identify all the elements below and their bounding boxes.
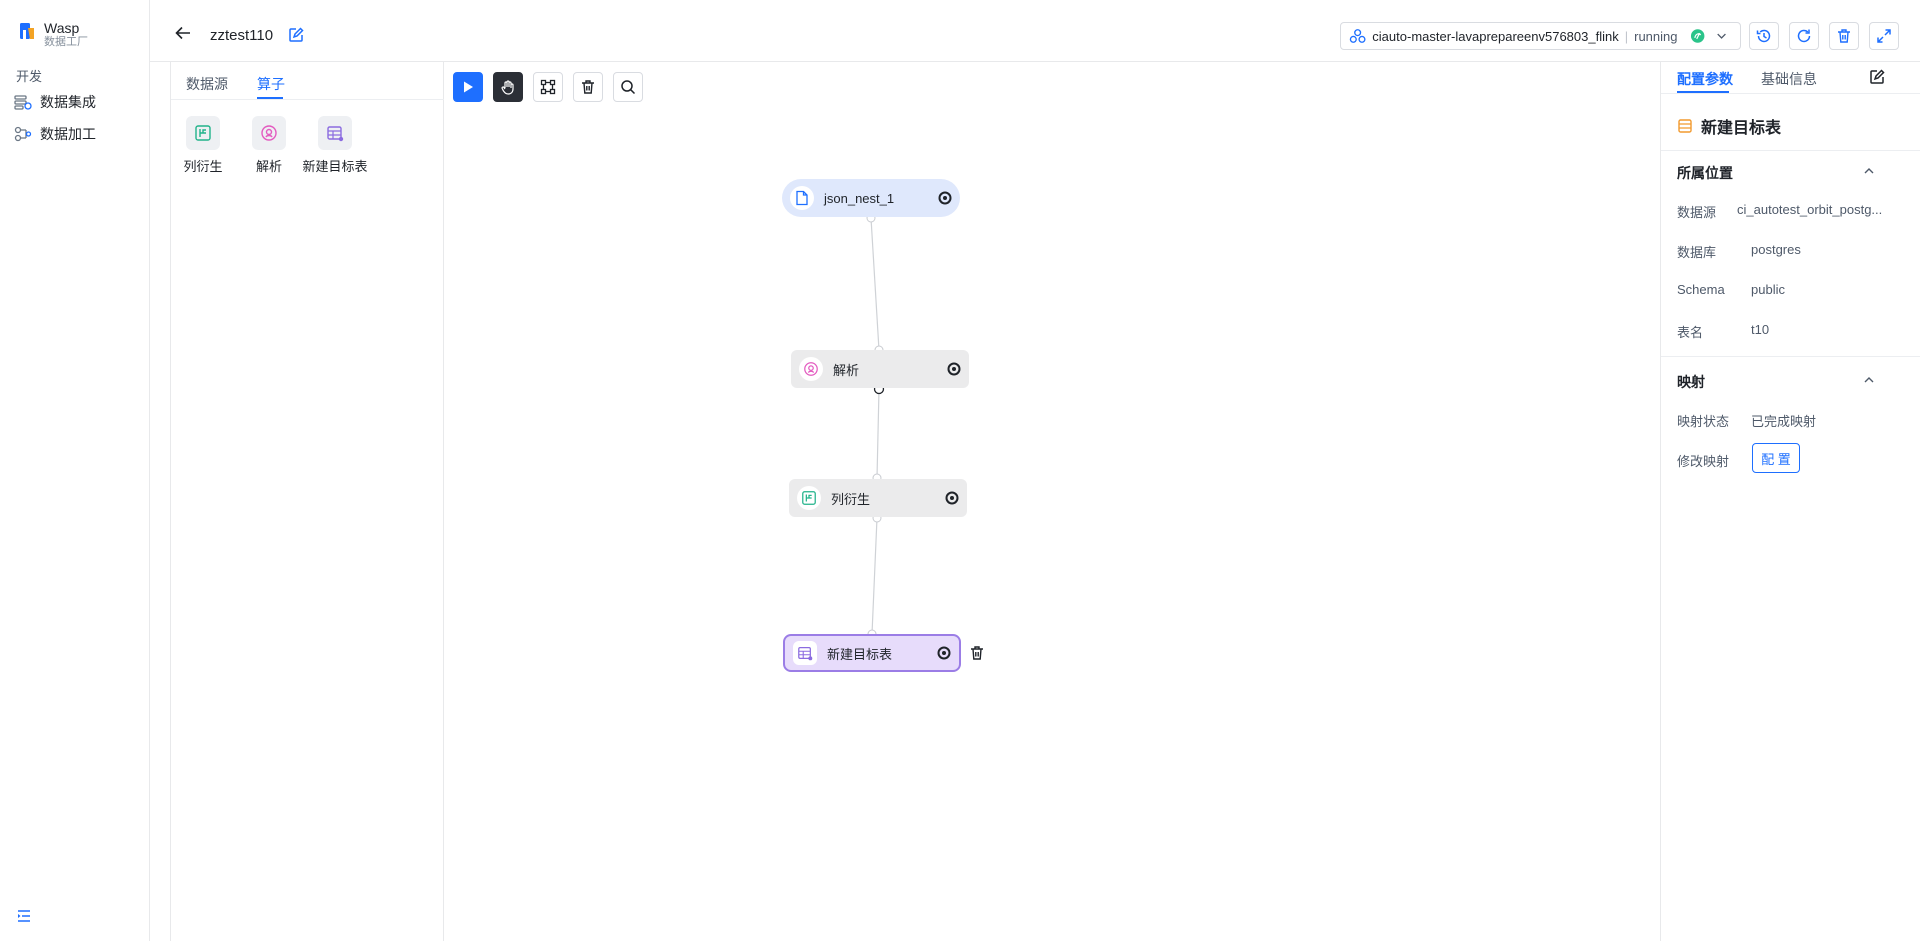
flow-node-derive-column[interactable]: 列衍生	[789, 479, 967, 517]
flow-node-new-target-table[interactable]: 新建目标表	[783, 634, 961, 672]
gear-icon[interactable]	[937, 646, 951, 660]
tab-active-indicator	[1677, 91, 1729, 93]
flow-node-source[interactable]: json_nest_1	[782, 179, 960, 217]
config-title-text: 新建目标表	[1701, 120, 1782, 137]
config-panel	[1660, 62, 1920, 941]
chevron-up-icon	[1864, 377, 1874, 383]
gear-icon[interactable]	[938, 191, 952, 205]
node-label: json_nest_1	[824, 190, 895, 206]
config-title: 新建目标表	[1677, 114, 1781, 138]
flow-edges	[866, 213, 885, 639]
location-value: ci_autotest_orbit_postg...	[1737, 202, 1883, 217]
location-value: postgres	[1751, 242, 1801, 257]
gear-icon[interactable]	[947, 362, 961, 376]
collapse-mapping-button[interactable]	[1862, 373, 1876, 387]
mapping-key: 映射状态	[1677, 414, 1730, 429]
location-key: Schema	[1677, 282, 1725, 297]
table-icon	[1678, 119, 1692, 133]
new-target-table-icon	[798, 647, 813, 661]
location-key: 数据源	[1677, 205, 1717, 220]
edit-config-button[interactable]	[1869, 69, 1885, 85]
trash-icon	[971, 646, 983, 660]
configure-mapping-button[interactable]: 配 置	[1752, 443, 1800, 473]
chevron-up-icon	[1864, 168, 1874, 174]
delete-node-button[interactable]	[969, 645, 985, 661]
gear-icon[interactable]	[945, 491, 959, 505]
location-value: t10	[1751, 322, 1770, 337]
section-location-title: 所属位置	[1677, 165, 1733, 181]
node-label: 新建目标表	[827, 646, 893, 662]
mapping-key: 修改映射	[1677, 454, 1730, 469]
collapse-location-button[interactable]	[1862, 164, 1876, 178]
derive-column-icon	[802, 491, 816, 505]
flow-node-parse[interactable]: 解析	[791, 350, 969, 388]
mapping-status-value: 已完成映射	[1751, 414, 1817, 429]
edge-derive-target	[871, 517, 878, 635]
tab-basic-info[interactable]: 基础信息	[1761, 69, 1817, 89]
location-key: 表名	[1677, 325, 1704, 340]
edge-source-parse	[870, 217, 880, 351]
node-label: 解析	[833, 362, 860, 378]
edge-parse-derive	[876, 388, 880, 479]
file-icon	[796, 190, 808, 206]
edit-icon	[1870, 69, 1885, 84]
tab-config-params[interactable]: 配置参数	[1677, 69, 1733, 89]
location-key: 数据库	[1677, 245, 1717, 260]
section-mapping-title: 映射	[1677, 374, 1705, 390]
parse-icon	[804, 362, 818, 376]
node-label: 列衍生	[831, 491, 871, 507]
location-value: public	[1751, 282, 1785, 297]
